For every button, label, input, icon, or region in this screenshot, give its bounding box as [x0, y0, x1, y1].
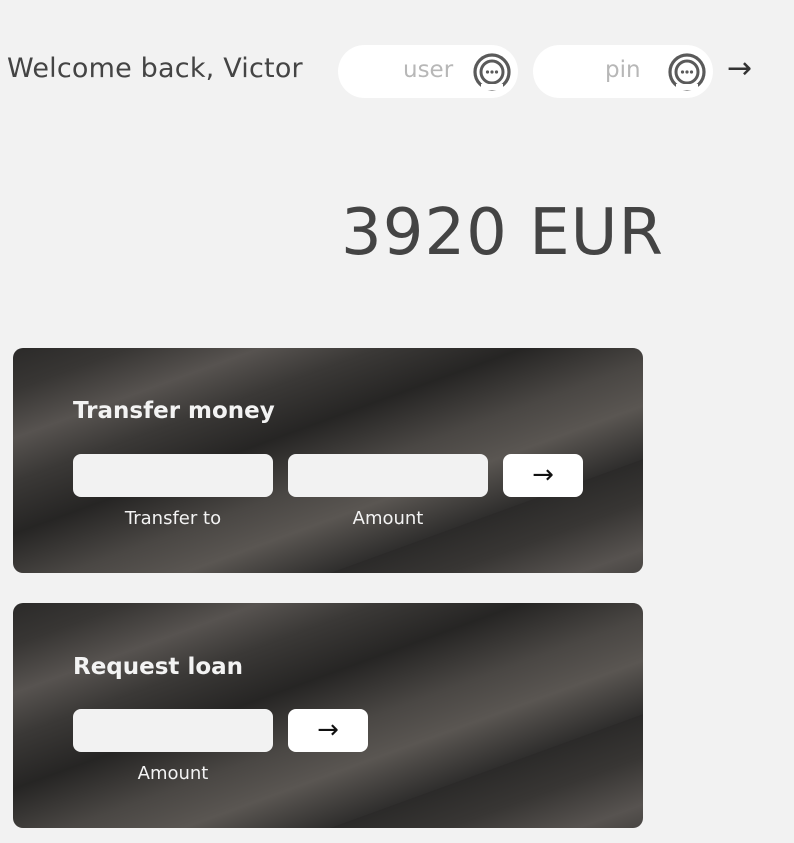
banking-app: Welcome back, Victor user pin → 3920 EUR…	[0, 0, 794, 843]
chat-bubble-icon	[668, 53, 706, 91]
transfer-submit-button[interactable]: →	[503, 454, 583, 497]
welcome-message: Welcome back, Victor	[7, 53, 303, 84]
loan-title: Request loan	[73, 654, 244, 680]
loan-amount-label: Amount	[137, 763, 209, 784]
chat-bubble-icon	[473, 53, 511, 91]
transfer-to-input[interactable]	[73, 454, 273, 497]
transfer-money-card: Transfer money → Transfer to Amount	[13, 348, 643, 573]
login-button[interactable]: →	[727, 54, 752, 84]
user-login-field[interactable]: user	[338, 45, 518, 98]
transfer-to-label: Transfer to	[124, 508, 222, 529]
balance-value: 3920 EUR	[341, 196, 664, 270]
pin-placeholder: pin	[605, 57, 641, 83]
user-placeholder: user	[403, 57, 454, 83]
transfer-amount-input[interactable]	[288, 454, 488, 497]
transfer-title: Transfer money	[73, 398, 275, 424]
request-loan-card: Request loan → Amount	[13, 603, 643, 828]
pin-login-field[interactable]: pin	[533, 45, 713, 98]
transfer-amount-label: Amount	[352, 508, 424, 529]
loan-amount-input[interactable]	[73, 709, 273, 752]
loan-submit-button[interactable]: →	[288, 709, 368, 752]
